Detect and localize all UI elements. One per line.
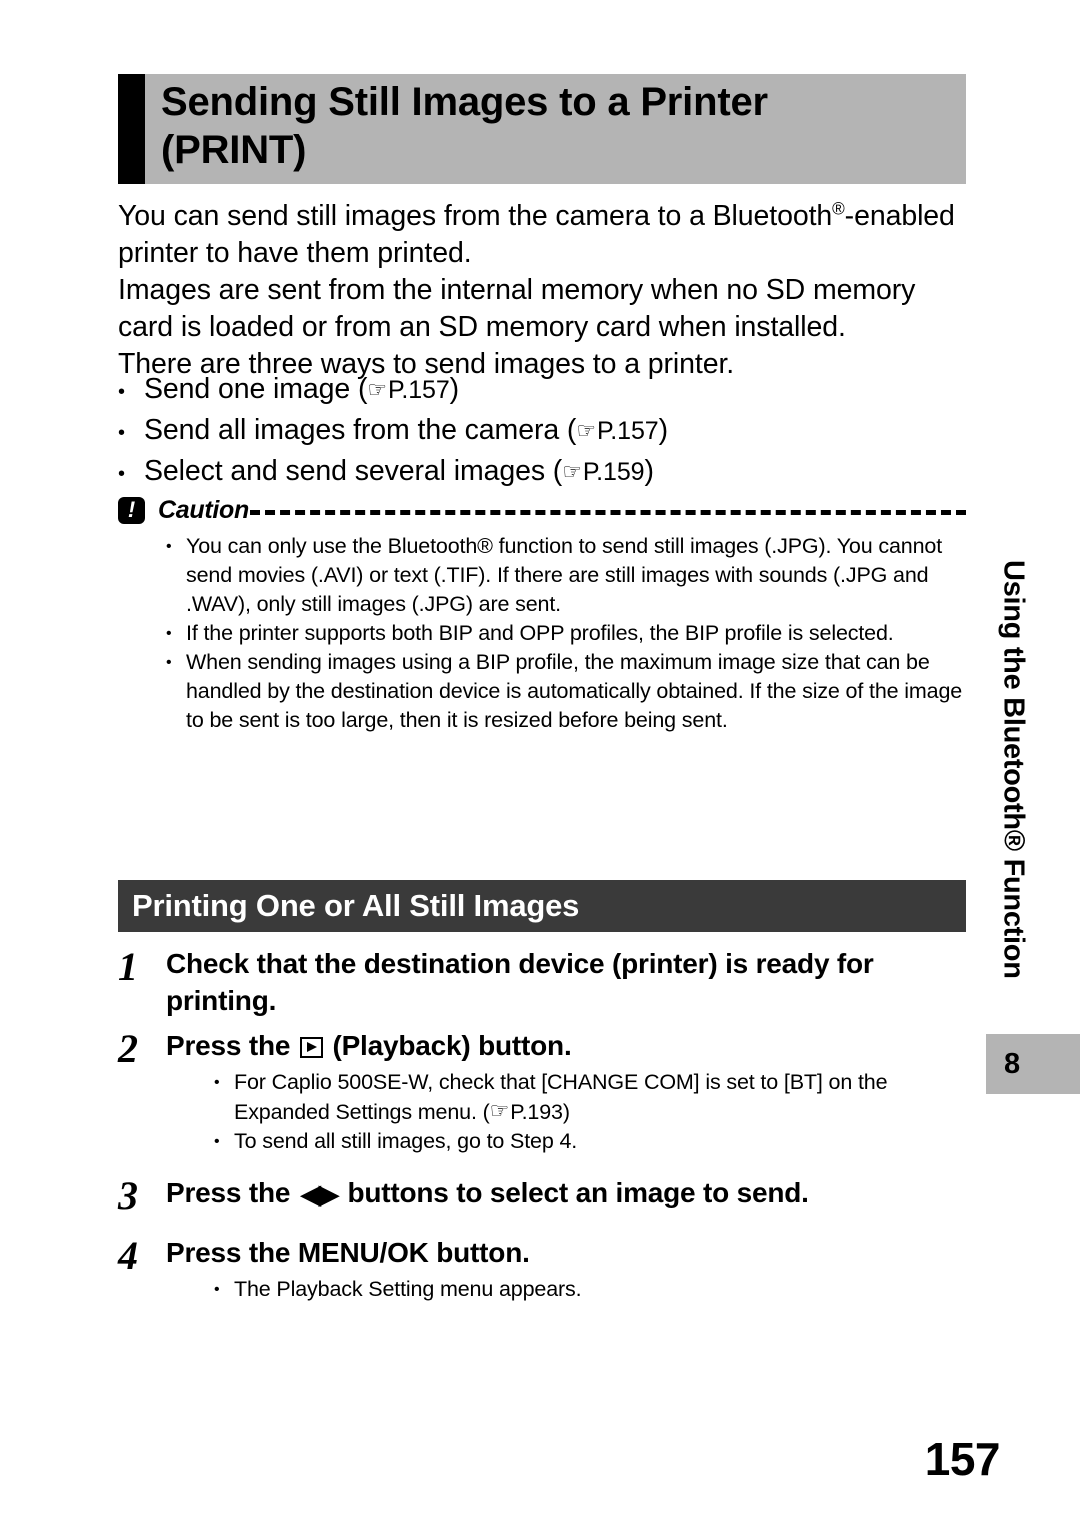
- caution-box: ! Caution • You can only use the Bluetoo…: [118, 494, 966, 735]
- step-number: 3: [118, 1173, 138, 1218]
- playback-icon: [299, 1037, 323, 1058]
- step2-text-before: Press the: [166, 1030, 298, 1061]
- bullet-icon: •: [118, 422, 125, 444]
- step-number: 2: [118, 1026, 138, 1071]
- chapter-number: 8: [1004, 1047, 1021, 1080]
- pointing-hand-icon: ☞: [576, 418, 596, 443]
- bullet-icon: •: [214, 1133, 220, 1150]
- bullet-icon: •: [214, 1281, 220, 1298]
- intro-paragraph-2: Images are sent from the internal memory…: [118, 274, 916, 343]
- bullet-icon: •: [166, 625, 172, 642]
- step-number: 1: [118, 944, 138, 989]
- step-3: 3 Press the ◀▶ buttons to select an imag…: [118, 1174, 978, 1218]
- step2-text-after: (Playback) button.: [324, 1030, 572, 1061]
- reference-list: • Send one image (☞P.157) • Send all ima…: [118, 370, 978, 493]
- pointing-hand-icon: ☞: [562, 459, 582, 484]
- step-title: Press the MENU/OK button.: [166, 1237, 530, 1268]
- step-body: Check that the destination device (print…: [166, 945, 978, 1019]
- caution-item-text: You can only use the Bluetooth® function…: [186, 534, 943, 616]
- caution-body: • You can only use the Bluetooth® functi…: [118, 532, 966, 735]
- note-text: For Caplio 500SE-W, check that [CHANGE C…: [234, 1068, 978, 1127]
- step-2: 2 Press the (Playback) button. • For Cap…: [118, 1027, 978, 1156]
- caution-exclamation-icon: !: [118, 496, 145, 524]
- ref-close-0: ): [449, 373, 460, 405]
- list-item: • To send all still images, go to Step 4…: [214, 1127, 978, 1156]
- bullet-icon: •: [166, 538, 172, 555]
- step-number: 4: [118, 1233, 138, 1278]
- note-text: To send all still images, go to Step 4.: [234, 1129, 578, 1153]
- bullet-icon: •: [118, 381, 125, 403]
- caution-item-text: If the printer supports both BIP and OPP…: [186, 621, 894, 645]
- step3-text-after: buttons to select an image to send.: [339, 1177, 809, 1208]
- step-body: Press the MENU/OK button. • The Playback…: [166, 1234, 978, 1304]
- intro-paragraphs: You can send still images from the camer…: [118, 198, 978, 383]
- left-right-arrows-icon: ◀▶: [300, 1179, 339, 1209]
- list-item: • You can only use the Bluetooth® functi…: [166, 532, 966, 619]
- page-title-banner: Sending Still Images to a Printer (PRINT…: [118, 74, 966, 184]
- ref-label-1: Send all images from the camera (: [144, 414, 577, 446]
- step-1: 1 Check that the destination device (pri…: [118, 945, 978, 1019]
- ref-label-2: Select and send several images (: [144, 455, 563, 487]
- intro-paragraph-1: You can send still images from the camer…: [118, 198, 978, 272]
- note-page-ref[interactable]: P.193: [510, 1100, 563, 1124]
- running-head-text: Using the Bluetooth® Function: [997, 560, 1030, 979]
- step-body: Press the ◀▶ buttons to select an image …: [166, 1174, 978, 1211]
- ref-close-1: ): [658, 414, 669, 446]
- ref-close-2: ): [644, 455, 654, 487]
- procedure-steps: 1 Check that the destination device (pri…: [118, 945, 978, 1304]
- section-heading: Printing One or All Still Images: [132, 888, 580, 923]
- registered-mark-icon: ®: [832, 199, 845, 219]
- page-title: Sending Still Images to a Printer (PRINT…: [145, 74, 966, 184]
- caution-item-text: When sending images using a BIP profile,…: [186, 650, 963, 732]
- pointing-hand-icon: ☞: [367, 377, 388, 402]
- page-title-line2: (PRINT): [161, 127, 307, 172]
- title-accent-block: [118, 74, 145, 184]
- reference-text: Send all images from the camera (☞P.157): [144, 411, 668, 451]
- step-title: Press the (Playback) button.: [166, 1027, 978, 1064]
- step-2-notes: • For Caplio 500SE-W, check that [CHANGE…: [166, 1068, 978, 1156]
- page-number: 157: [924, 1433, 1001, 1485]
- running-head-vertical: Using the Bluetooth® Function: [990, 560, 1036, 1040]
- list-item: • Send all images from the camera (☞P.15…: [118, 411, 978, 452]
- pointing-hand-icon: ☞: [489, 1098, 510, 1123]
- list-item: • If the printer supports both BIP and O…: [166, 619, 966, 648]
- caution-header: ! Caution: [118, 494, 966, 526]
- note-text-after: ): [562, 1100, 570, 1124]
- caution-dashed-rule: [249, 509, 966, 515]
- caution-icon-glyph: !: [127, 496, 136, 522]
- step-title: Press the ◀▶ buttons to select an image …: [166, 1174, 978, 1211]
- section-header-bar: Printing One or All Still Images: [118, 880, 966, 932]
- bullet-icon: •: [214, 1074, 220, 1091]
- reference-text: Select and send several images (☞P.159): [144, 452, 654, 492]
- list-item: • Send one image (☞P.157): [118, 370, 978, 411]
- list-item: • The Playback Setting menu appears.: [214, 1275, 978, 1304]
- ref-page-0[interactable]: P.157: [388, 376, 450, 404]
- chapter-tab: 8: [986, 1034, 1080, 1094]
- step-body: Press the (Playback) button. • For Capli…: [166, 1027, 978, 1156]
- step-4: 4 Press the MENU/OK button. • The Playba…: [118, 1234, 978, 1304]
- step3-text-before: Press the: [166, 1177, 298, 1208]
- note-text: The Playback Setting menu appears.: [234, 1277, 582, 1301]
- list-item: • For Caplio 500SE-W, check that [CHANGE…: [214, 1068, 978, 1127]
- list-item: • When sending images using a BIP profil…: [166, 648, 966, 735]
- step-4-notes: • The Playback Setting menu appears.: [166, 1275, 978, 1304]
- caution-title: Caution: [158, 495, 249, 524]
- page-title-line1: Sending Still Images to a Printer: [161, 80, 768, 124]
- ref-page-1[interactable]: P.157: [597, 417, 659, 445]
- step-title: Check that the destination device (print…: [166, 948, 874, 1016]
- intro-p1-part1: You can send still images from the camer…: [118, 200, 833, 232]
- bullet-icon: •: [166, 654, 172, 671]
- ref-label-0: Send one image (: [144, 373, 368, 405]
- ref-page-2[interactable]: P.159: [583, 458, 645, 486]
- bullet-icon: •: [118, 463, 125, 485]
- reference-text: Send one image (☞P.157): [144, 370, 459, 410]
- list-item: • Select and send several images (☞P.159…: [118, 452, 978, 493]
